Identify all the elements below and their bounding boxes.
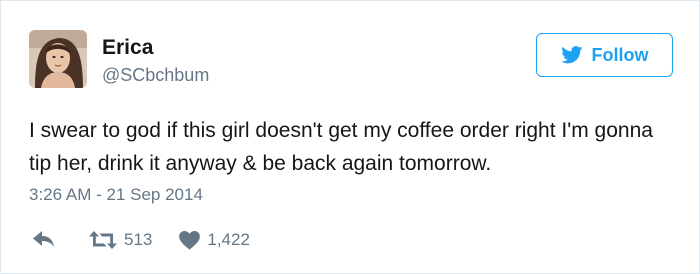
like-count: 1,422 xyxy=(207,230,250,249)
follow-button-label: Follow xyxy=(591,44,649,65)
user-handle[interactable]: @SCbchbum xyxy=(102,64,209,86)
display-name[interactable]: Erica xyxy=(102,35,153,61)
follow-button[interactable]: Follow xyxy=(536,33,673,77)
tweet-timestamp[interactable]: 3:26 AM - 21 Sep 2014 xyxy=(29,184,203,206)
avatar[interactable] xyxy=(29,30,87,88)
reply-icon xyxy=(33,231,54,247)
tweet-actions: 513 1,422 xyxy=(33,227,250,253)
avatar-image xyxy=(29,30,87,88)
twitter-bird-icon xyxy=(560,46,582,64)
retweet-button[interactable]: 513 xyxy=(89,230,152,250)
reply-button[interactable] xyxy=(33,231,55,249)
retweet-icon xyxy=(89,231,117,249)
heart-icon xyxy=(179,230,201,250)
retweet-count: 513 xyxy=(124,230,153,249)
tweet-card: Erica @SCbchbum Follow I swear to god if… xyxy=(0,0,700,274)
like-button[interactable]: 1,422 xyxy=(179,230,250,250)
tweet-text: I swear to god if this girl doesn't get … xyxy=(29,119,653,175)
